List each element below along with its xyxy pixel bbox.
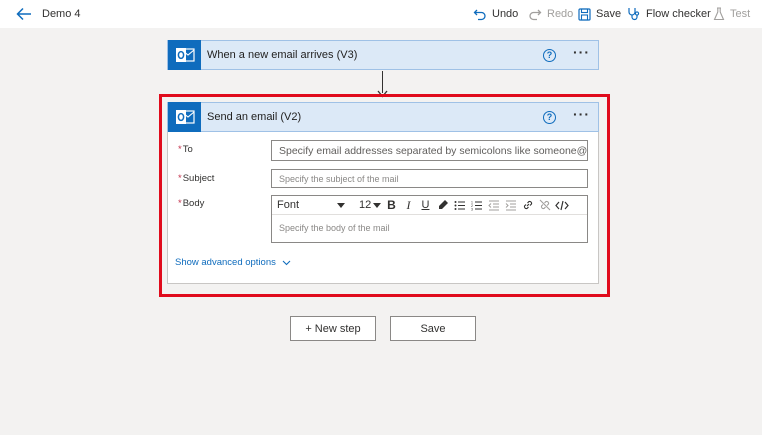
redo-button[interactable]: Redo <box>528 6 573 22</box>
save-button[interactable]: Save <box>390 316 476 341</box>
required-mark: * <box>178 198 182 209</box>
test-label: Test <box>730 8 751 20</box>
subject-label-text: Subject <box>182 173 215 184</box>
to-label: *To <box>178 144 193 155</box>
redo-label: Redo <box>547 8 574 20</box>
undo-label: Undo <box>492 8 519 20</box>
undo-icon <box>473 9 486 21</box>
subject-label: *Subject <box>178 173 214 184</box>
bold-icon[interactable]: B <box>383 197 400 214</box>
flow-name: Demo 4 <box>42 8 81 20</box>
body-text-area[interactable]: Specify the body of the mail <box>272 215 587 241</box>
unlink-icon[interactable] <box>536 197 553 214</box>
font-select-label: Font <box>277 199 300 211</box>
more-options-icon[interactable]: ··· <box>573 107 590 124</box>
highlighter-icon[interactable] <box>434 197 451 214</box>
save-toolbar-label: Save <box>596 8 622 20</box>
svg-text:3: 3 <box>471 207 473 211</box>
stethoscope-icon <box>628 8 640 21</box>
action-title: Send an email (V2) <box>207 111 302 123</box>
bulleted-list-icon[interactable] <box>451 197 468 214</box>
body-placeholder: Specify the body of the mail <box>279 223 390 233</box>
to-label-text: To <box>182 144 193 155</box>
italic-icon[interactable]: I <box>400 197 417 214</box>
trigger-card[interactable]: When a new email arrives (V3) ? ··· <box>167 40 599 70</box>
caret-down-icon <box>337 202 345 208</box>
show-advanced-options-label: Show advanced options <box>175 257 276 268</box>
help-icon[interactable]: ? <box>543 48 556 62</box>
show-advanced-options-link[interactable]: Show advanced options <box>175 257 291 268</box>
font-select[interactable]: Font <box>277 199 349 211</box>
trigger-title: When a new email arrives (V3) <box>207 49 358 61</box>
body-label-text: Body <box>182 198 205 209</box>
save-button-label: Save <box>420 322 446 335</box>
increase-indent-icon[interactable] <box>502 197 519 214</box>
subject-placeholder: Specify the subject of the mail <box>279 173 399 184</box>
required-mark: * <box>178 173 182 184</box>
font-size-label: 12 <box>359 199 372 211</box>
more-options-icon[interactable]: ··· <box>573 45 590 62</box>
to-field[interactable]: Specify email addresses separated by sem… <box>271 140 588 161</box>
editor-toolbar: Font 12 B I U 123 <box>272 196 587 215</box>
send-email-card-header[interactable]: Send an email (V2) ? ··· <box>167 102 599 132</box>
required-mark: * <box>178 144 182 155</box>
chevron-down-icon <box>282 260 291 265</box>
decrease-indent-icon[interactable] <box>485 197 502 214</box>
body-label: *Body <box>178 198 204 209</box>
back-arrow-icon[interactable] <box>14 5 34 23</box>
test-button[interactable]: Test <box>713 6 750 22</box>
send-email-card: Send an email (V2) ? ··· *To Specify ema… <box>167 102 599 284</box>
new-step-button[interactable]: + New step <box>290 316 376 341</box>
link-icon[interactable] <box>519 197 536 214</box>
save-icon <box>578 7 591 21</box>
undo-button[interactable]: Undo <box>473 6 518 22</box>
caret-down-icon <box>373 202 382 208</box>
flask-icon <box>713 7 725 21</box>
to-placeholder: Specify email addresses separated by sem… <box>279 144 588 157</box>
code-view-icon[interactable] <box>553 197 570 214</box>
body-editor: Font 12 B I U 123 Specify the body of th… <box>271 195 588 243</box>
numbered-list-icon[interactable]: 123 <box>468 197 485 214</box>
underline-icon[interactable]: U <box>417 197 434 214</box>
redo-icon <box>529 9 542 21</box>
flow-checker-button[interactable]: Flow checker <box>627 6 711 22</box>
outlook-icon <box>168 102 201 132</box>
save-toolbar-button[interactable]: Save <box>578 6 621 22</box>
outlook-icon <box>168 40 201 70</box>
flow-checker-label: Flow checker <box>646 8 711 20</box>
top-bar: Demo 4 Undo Redo Save Flow checker Test <box>0 0 762 28</box>
subject-field[interactable]: Specify the subject of the mail <box>271 169 588 188</box>
font-size-select[interactable]: 12 <box>359 199 383 211</box>
help-icon[interactable]: ? <box>543 110 556 124</box>
new-step-label: + New step <box>305 322 361 335</box>
